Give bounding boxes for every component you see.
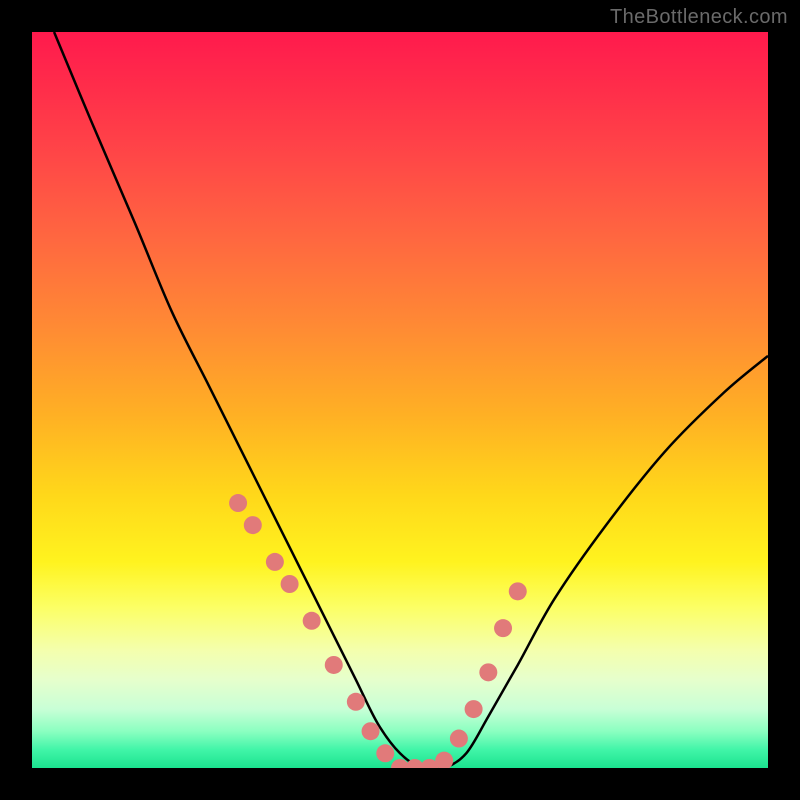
data-point — [494, 619, 512, 637]
data-point — [229, 494, 247, 512]
data-point — [435, 752, 453, 768]
data-point — [347, 693, 365, 711]
watermark-text: TheBottleneck.com — [610, 6, 788, 29]
data-point — [362, 722, 380, 740]
plot-area — [32, 32, 768, 768]
data-point — [325, 656, 343, 674]
data-point — [465, 700, 483, 718]
data-point — [509, 582, 527, 600]
data-point — [281, 575, 299, 593]
data-point — [376, 744, 394, 762]
data-point — [266, 553, 284, 571]
data-point — [303, 612, 321, 630]
data-point — [244, 516, 262, 534]
chart-svg — [32, 32, 768, 768]
bottleneck-curve — [54, 32, 768, 768]
data-point — [479, 663, 497, 681]
outer-frame: TheBottleneck.com — [0, 0, 800, 800]
data-point — [450, 730, 468, 748]
